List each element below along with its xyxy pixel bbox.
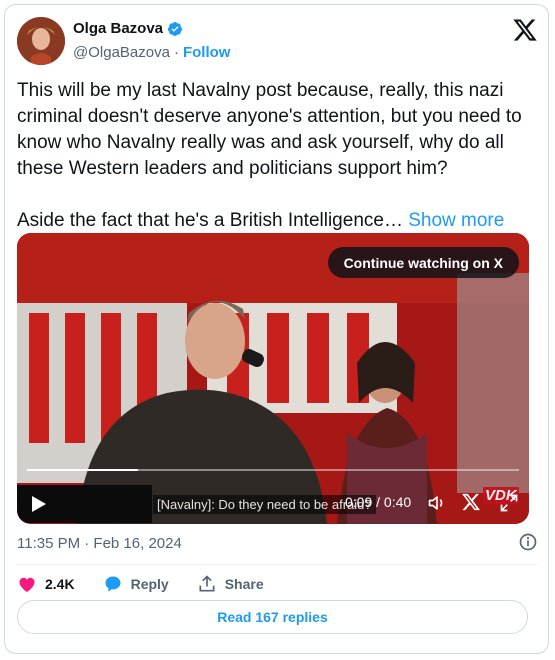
info-icon[interactable] bbox=[518, 532, 538, 552]
tweet-body: This will be my last Navalny post becaus… bbox=[17, 80, 522, 231]
share-label: Share bbox=[224, 576, 264, 592]
author-name[interactable]: Olga Bazova bbox=[73, 20, 163, 37]
divider bbox=[17, 564, 538, 565]
volume-icon[interactable] bbox=[427, 493, 447, 513]
video-time: 0:09 / 0:40 bbox=[345, 494, 412, 510]
verified-badge-icon bbox=[168, 21, 183, 36]
follow-button[interactable]: Follow bbox=[183, 44, 231, 61]
video-player[interactable]: Continue watching on X [Navalny]: Do the… bbox=[17, 233, 529, 524]
reply-button[interactable]: Reply bbox=[103, 574, 169, 594]
tweet-text: This will be my last Navalny post becaus… bbox=[17, 78, 532, 234]
progress-track[interactable] bbox=[27, 469, 519, 471]
share-button[interactable]: Share bbox=[197, 574, 264, 594]
like-button[interactable]: 2.4K bbox=[17, 574, 75, 594]
video-subtitle: [Navalny]: Do they need to be afraid? bbox=[153, 495, 376, 514]
author-handle[interactable]: @OlgaBazova bbox=[73, 44, 170, 61]
tweet-timestamp[interactable]: 11:35 PM · Feb 16, 2024 bbox=[17, 535, 182, 552]
x-logo-icon[interactable] bbox=[512, 17, 538, 43]
avatar[interactable] bbox=[17, 17, 65, 65]
show-more-link[interactable]: Show more bbox=[408, 210, 504, 231]
reply-label: Reply bbox=[130, 576, 169, 592]
fullscreen-icon[interactable] bbox=[499, 493, 519, 513]
progress-fill bbox=[27, 469, 138, 471]
play-icon[interactable] bbox=[31, 495, 47, 513]
x-logo-small-icon[interactable] bbox=[461, 492, 481, 512]
share-icon bbox=[199, 575, 215, 592]
continue-watching-button[interactable]: Continue watching on X bbox=[327, 247, 519, 278]
separator-dot: · bbox=[173, 44, 179, 61]
like-count: 2.4K bbox=[45, 576, 75, 592]
reply-bubble-icon bbox=[105, 576, 121, 592]
read-replies-button[interactable]: Read 167 replies bbox=[17, 600, 528, 634]
action-bar: 2.4K Reply Share bbox=[17, 574, 292, 594]
heart-icon bbox=[19, 577, 35, 592]
